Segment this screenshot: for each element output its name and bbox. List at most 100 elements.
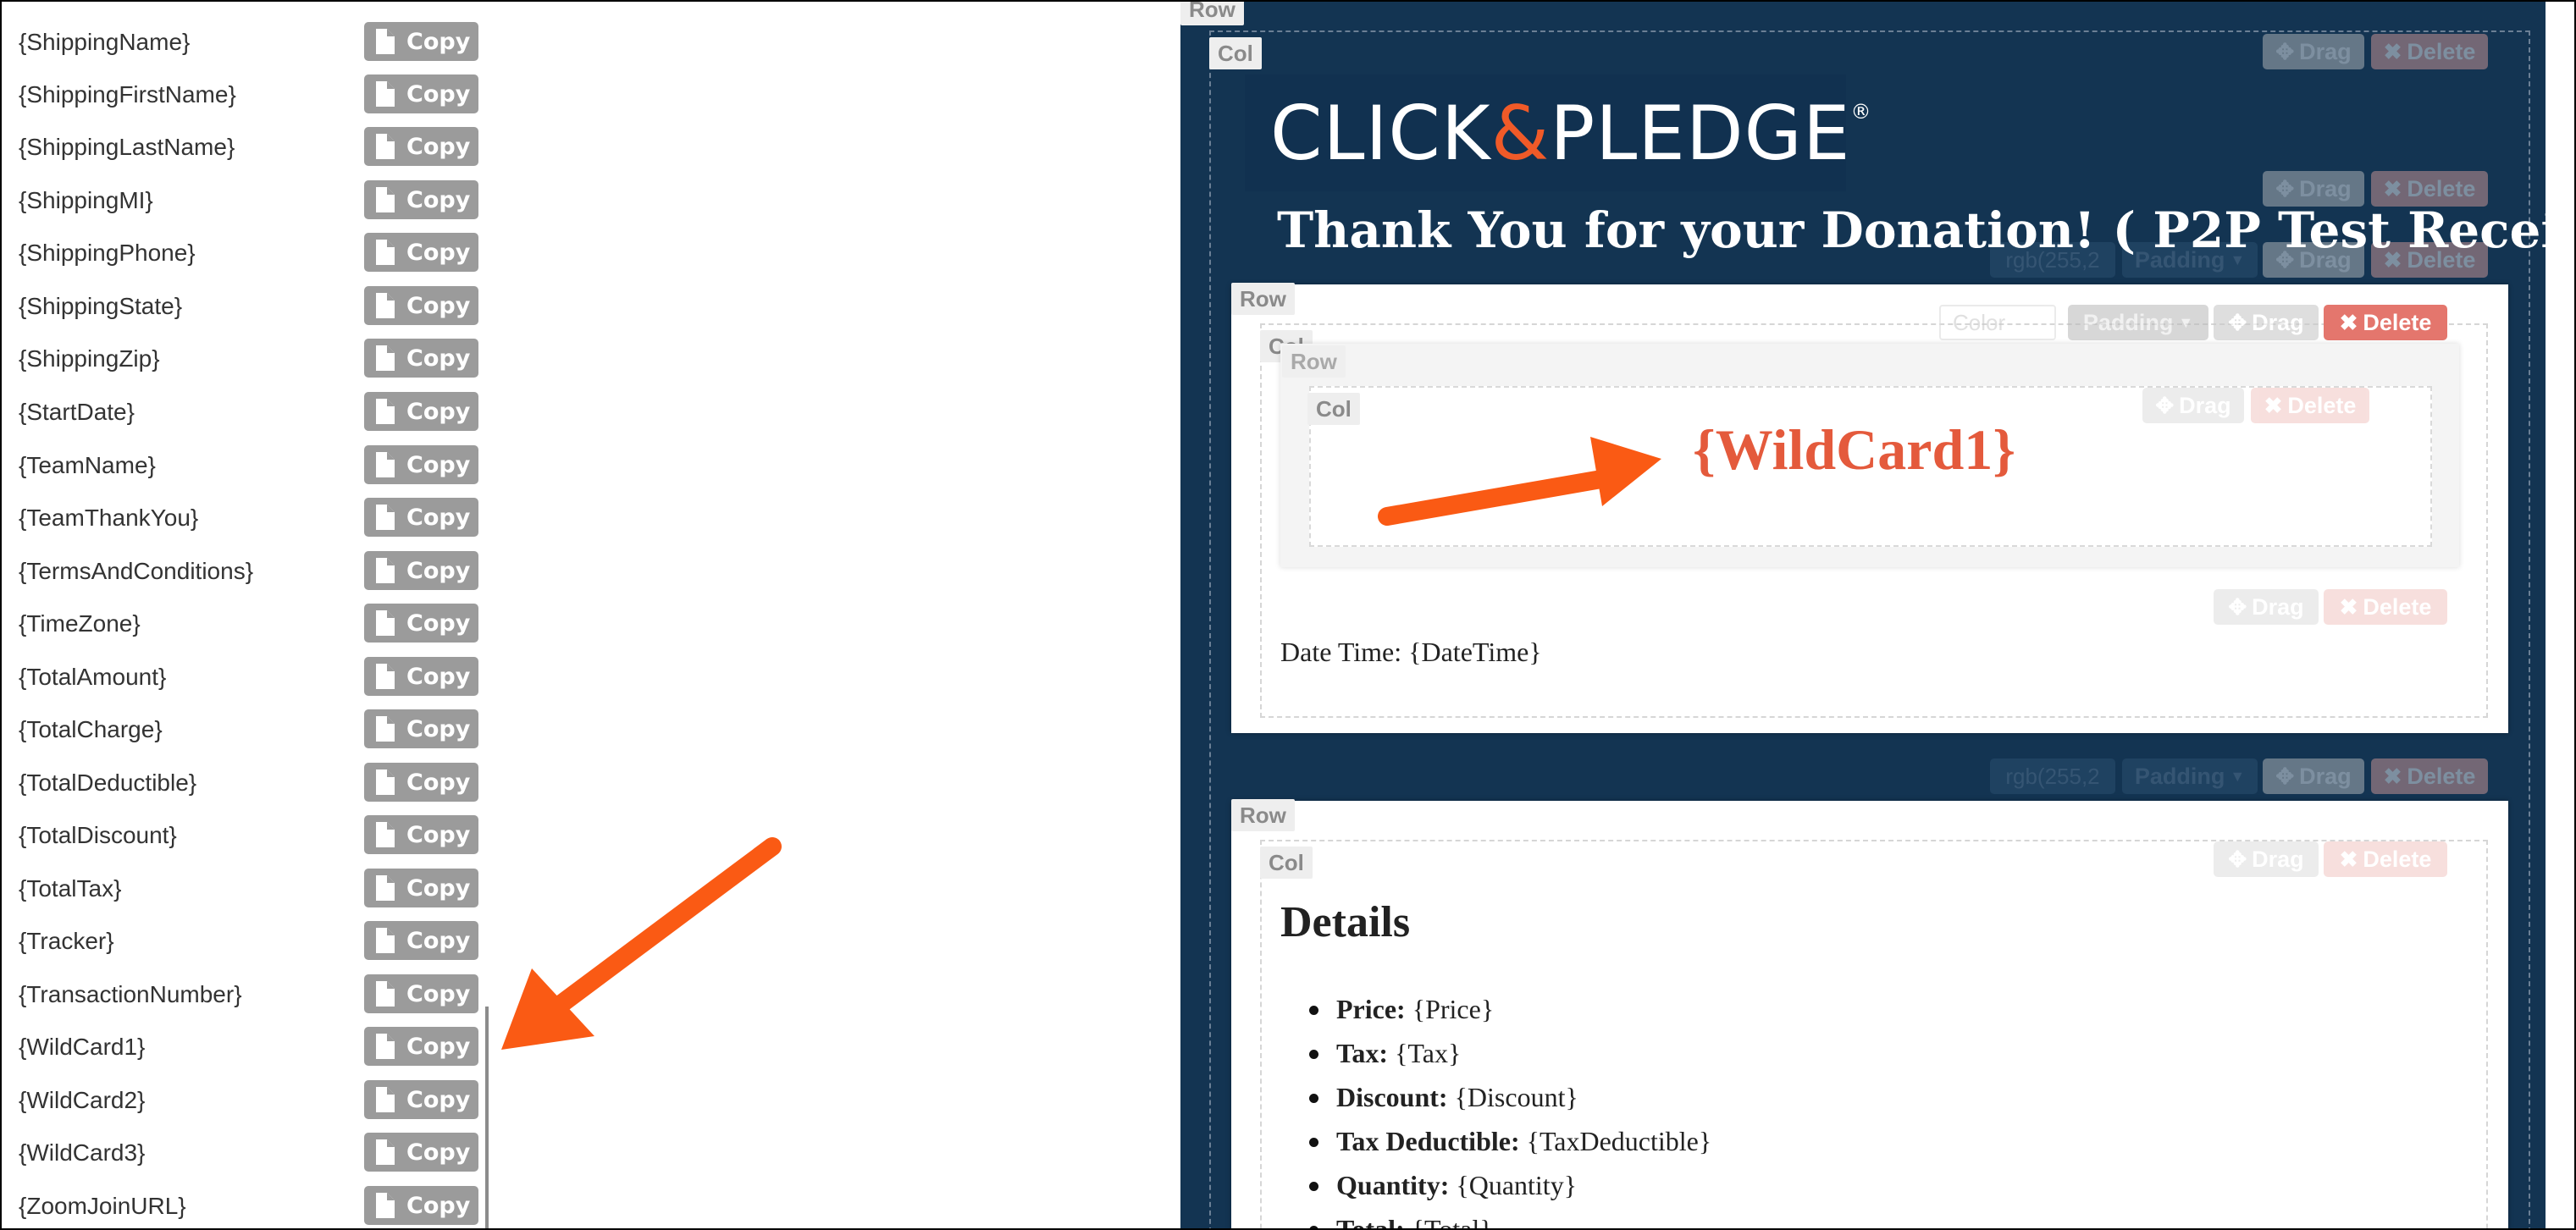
- logo-left: CLICK: [1270, 90, 1491, 177]
- drag-button[interactable]: ✥ Drag: [2214, 589, 2319, 625]
- copy-button[interactable]: Copy: [364, 709, 478, 748]
- copy-button[interactable]: Copy: [364, 763, 478, 802]
- screenshot-frame: {ShippingName} Copy {ShippingFirstName} …: [0, 0, 2576, 1230]
- copy-label: Copy: [406, 609, 471, 637]
- copy-button[interactable]: Copy: [364, 233, 478, 272]
- copy-label: Copy: [406, 769, 471, 796]
- col-label[interactable]: Col: [1307, 393, 1360, 425]
- row-label[interactable]: Row: [1231, 283, 1295, 315]
- tag-row: {TotalAmount} Copy: [2, 652, 544, 704]
- drag-button[interactable]: ✥ Drag: [2263, 758, 2364, 794]
- close-icon: ✖: [2339, 309, 2358, 335]
- copy-button[interactable]: Copy: [364, 604, 478, 643]
- copy-label: Copy: [406, 186, 471, 213]
- copy-button[interactable]: Copy: [364, 445, 478, 484]
- copy-label: Copy: [406, 239, 471, 266]
- copy-button[interactable]: Copy: [364, 180, 478, 219]
- copy-button[interactable]: Copy: [364, 74, 478, 113]
- row-label[interactable]: Row: [1231, 799, 1295, 831]
- copy-button[interactable]: Copy: [364, 974, 478, 1013]
- copy-button[interactable]: Copy: [364, 339, 478, 378]
- details-list: Price: {Price} Tax: {Tax} Discount: {Discou…: [1309, 994, 1711, 1230]
- copy-button[interactable]: Copy: [364, 127, 478, 166]
- row-label[interactable]: Row: [1282, 345, 1346, 378]
- copy-button[interactable]: Copy: [364, 551, 478, 590]
- tag-row: {TotalDiscount} Copy: [2, 810, 544, 863]
- delete-button[interactable]: ✖ Delete: [2371, 758, 2488, 794]
- copy-button[interactable]: Copy: [364, 869, 478, 907]
- padding-dropdown[interactable]: Padding ▼: [2068, 305, 2208, 340]
- caret-down-icon: ▼: [2230, 767, 2246, 785]
- drag-button[interactable]: ✥ Drag: [2214, 841, 2319, 877]
- document-icon: [374, 134, 395, 159]
- tag-row: {WildCard1} Copy: [2, 1022, 544, 1074]
- copy-button[interactable]: Copy: [364, 815, 478, 854]
- copy-label: Copy: [406, 398, 471, 425]
- document-icon: [374, 664, 395, 689]
- copy-button[interactable]: Copy: [364, 498, 478, 537]
- details-item: Discount: {Discount}: [1309, 1082, 1711, 1126]
- tag-name: {TermsAndConditions}: [19, 558, 254, 584]
- tag-row: {TotalTax} Copy: [2, 863, 544, 916]
- tag-name: {ShippingPhone}: [19, 240, 196, 266]
- tag-row: {TimeZone} Copy: [2, 598, 544, 651]
- padding-dropdown[interactable]: Padding ▼: [2122, 758, 2258, 794]
- tag-name: {TotalTax}: [19, 875, 122, 902]
- details-item-label: Total:: [1336, 1214, 1405, 1230]
- details-item: Price: {Price}: [1309, 994, 1711, 1038]
- delete-label: Delete: [2407, 38, 2476, 64]
- delete-button[interactable]: ✖ Delete: [2324, 305, 2447, 340]
- copy-button[interactable]: Copy: [364, 1027, 478, 1066]
- copy-label: Copy: [406, 1086, 471, 1113]
- details-item-label: Tax:: [1336, 1038, 1389, 1068]
- tag-row: {ZoomJoinURL} Copy: [2, 1181, 544, 1228]
- copy-button[interactable]: Copy: [364, 22, 478, 61]
- tag-name: {TimeZone}: [19, 610, 141, 637]
- copy-button[interactable]: Copy: [364, 392, 478, 431]
- copy-button[interactable]: Copy: [364, 1186, 478, 1225]
- document-icon: [374, 769, 395, 795]
- col-label[interactable]: Col: [1209, 37, 1262, 69]
- delete-button[interactable]: ✖ Delete: [2251, 388, 2369, 423]
- tag-name: {TotalCharge}: [19, 716, 163, 742]
- copy-button[interactable]: Copy: [364, 921, 478, 960]
- tag-row: {TermsAndConditions} Copy: [2, 546, 544, 598]
- delete-label: Delete: [2363, 593, 2432, 620]
- logo-ampersand: &: [1490, 90, 1551, 177]
- copy-button[interactable]: Copy: [364, 1133, 478, 1172]
- row-label[interactable]: Row: [1180, 2, 1244, 25]
- close-icon: ✖: [2383, 38, 2402, 64]
- delete-button[interactable]: ✖ Delete: [2371, 34, 2488, 69]
- copy-button[interactable]: Copy: [364, 286, 478, 325]
- drag-button[interactable]: ✥ Drag: [2263, 34, 2364, 69]
- email-editor: Row Col ✥ Drag ✖ Delete CLICK&PLEDGE® ✥ Dra…: [1180, 2, 2574, 1228]
- delete-button[interactable]: ✖ Delete: [2324, 841, 2447, 877]
- tag-row: {WildCard2} Copy: [2, 1075, 544, 1128]
- scrollbar[interactable]: [485, 1007, 489, 1228]
- copy-button[interactable]: Copy: [364, 1080, 478, 1119]
- copy-label: Copy: [406, 663, 471, 690]
- copy-label: Copy: [406, 1033, 471, 1060]
- copy-label: Copy: [406, 1192, 471, 1219]
- copy-label: Copy: [406, 133, 471, 160]
- document-icon: [374, 345, 395, 371]
- document-icon: [374, 452, 395, 477]
- tag-row: {ShippingMI} Copy: [2, 175, 544, 228]
- col-label[interactable]: Col: [1260, 847, 1313, 879]
- document-icon: [374, 1139, 395, 1165]
- document-icon: [374, 558, 395, 583]
- tag-row: {Tracker} Copy: [2, 916, 544, 968]
- drag-button[interactable]: ✥ Drag: [2142, 388, 2244, 423]
- document-icon: [374, 822, 395, 847]
- details-item-label: Tax Deductible:: [1336, 1126, 1520, 1156]
- copy-button[interactable]: Copy: [364, 657, 478, 696]
- document-icon: [374, 399, 395, 424]
- drag-button[interactable]: ✥ Drag: [2214, 305, 2319, 340]
- tag-row: {TeamName} Copy: [2, 440, 544, 493]
- delete-button[interactable]: ✖ Delete: [2324, 589, 2447, 625]
- tag-row: {StartDate} Copy: [2, 387, 544, 439]
- tag-row: {ShippingZip} Copy: [2, 334, 544, 386]
- tag-name: {Tracker}: [19, 928, 114, 954]
- color-input[interactable]: Color: [1939, 305, 2056, 340]
- color-value-input[interactable]: rgb(255,2: [1990, 758, 2115, 794]
